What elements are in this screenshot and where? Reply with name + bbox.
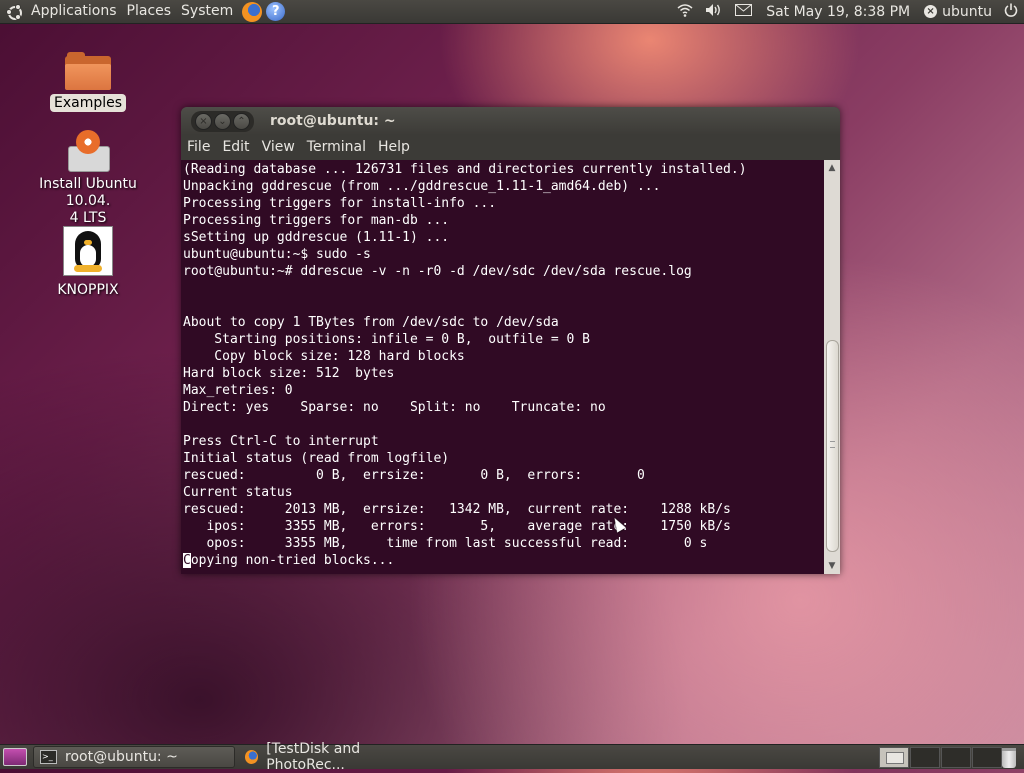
- close-icon[interactable]: ×: [195, 112, 212, 130]
- scroll-up-icon[interactable]: ▲: [824, 160, 840, 176]
- install-icon: [64, 128, 112, 172]
- scroll-down-icon[interactable]: ▼: [824, 558, 840, 574]
- help-icon[interactable]: ?: [266, 2, 286, 21]
- workspace-1[interactable]: [879, 747, 909, 768]
- trash-icon[interactable]: [1002, 748, 1016, 768]
- terminal-lines: (Reading database ... 126731 files and d…: [183, 162, 747, 551]
- terminal-icon: >_: [40, 750, 57, 764]
- terminal-output[interactable]: (Reading database ... 126731 files and d…: [181, 160, 824, 574]
- firefox-icon: [245, 750, 259, 764]
- text-cursor: C: [183, 553, 191, 568]
- taskbar-item-terminal[interactable]: >_ root@ubuntu: ~: [33, 746, 235, 768]
- user-status-icon: ×: [924, 5, 938, 18]
- top-panel: Applications Places System ? Sat May 19,…: [0, 0, 1024, 24]
- desktop-icon-install-ubuntu[interactable]: Install Ubuntu 10.04. 4 LTS: [18, 128, 158, 227]
- window-controls: × ⌄ ⌃: [191, 110, 254, 132]
- window-titlebar[interactable]: × ⌄ ⌃ root@ubuntu: ~: [181, 107, 840, 135]
- wifi-icon[interactable]: [677, 3, 693, 21]
- mail-icon[interactable]: [735, 3, 753, 20]
- desktop-icon-label: KNOPPIX: [57, 282, 119, 298]
- workspace-switcher: [879, 747, 1003, 768]
- window-menubar: File Edit View Terminal Help: [181, 135, 840, 159]
- main-menu: Applications Places System ?: [0, 0, 286, 23]
- scrollbar[interactable]: ▲ ▼: [824, 160, 840, 574]
- desktop-icon-knoppix[interactable]: KNOPPIX: [18, 226, 158, 298]
- user-menu[interactable]: × ubuntu: [918, 4, 998, 20]
- taskbar-label: root@ubuntu: ~: [65, 749, 178, 765]
- menu-places[interactable]: Places: [122, 0, 177, 23]
- menu-help[interactable]: Help: [372, 139, 416, 155]
- firefox-icon[interactable]: [242, 1, 263, 22]
- workspace-3[interactable]: [941, 747, 971, 768]
- clock[interactable]: Sat May 19, 8:38 PM: [758, 4, 918, 20]
- terminal-text: (Reading database ... 126731 files and d…: [181, 160, 824, 570]
- tray: Sat May 19, 8:38 PM × ubuntu: [671, 0, 1024, 23]
- menu-view[interactable]: View: [256, 139, 301, 155]
- menu-edit[interactable]: Edit: [216, 139, 255, 155]
- desktop-icon-label: Examples: [49, 94, 127, 112]
- menu-applications[interactable]: Applications: [26, 0, 122, 23]
- show-desktop-icon[interactable]: [3, 748, 27, 766]
- menu-file[interactable]: File: [181, 139, 216, 155]
- taskbar-label: [TestDisk and PhotoRec...: [266, 741, 361, 773]
- workspace-2[interactable]: [910, 747, 940, 768]
- minimize-icon[interactable]: ⌄: [214, 112, 231, 130]
- folder-icon: [65, 52, 111, 90]
- user-name: ubuntu: [942, 3, 992, 20]
- terminal-window: × ⌄ ⌃ root@ubuntu: ~ File Edit View Term…: [181, 107, 840, 574]
- ubuntu-logo-icon[interactable]: [6, 3, 22, 20]
- power-icon[interactable]: [1004, 3, 1018, 21]
- menu-system[interactable]: System: [176, 0, 238, 23]
- menu-terminal[interactable]: Terminal: [301, 139, 372, 155]
- window-title: root@ubuntu: ~: [270, 113, 396, 129]
- maximize-icon[interactable]: ⌃: [233, 112, 250, 130]
- tux-icon: [63, 226, 113, 276]
- scroll-thumb[interactable]: [826, 340, 839, 552]
- workspace-4[interactable]: [972, 747, 1002, 768]
- desktop-icon-examples[interactable]: Examples: [18, 52, 158, 112]
- volume-icon[interactable]: [705, 3, 723, 21]
- terminal-last-line: opying non-tried blocks...: [190, 553, 395, 568]
- taskbar-item-firefox[interactable]: [TestDisk and PhotoRec...: [239, 741, 439, 773]
- bottom-panel: >_ root@ubuntu: ~ [TestDisk and PhotoRec…: [0, 741, 1024, 773]
- desktop-icon-label: Install Ubuntu 10.04. 4 LTS: [39, 176, 137, 226]
